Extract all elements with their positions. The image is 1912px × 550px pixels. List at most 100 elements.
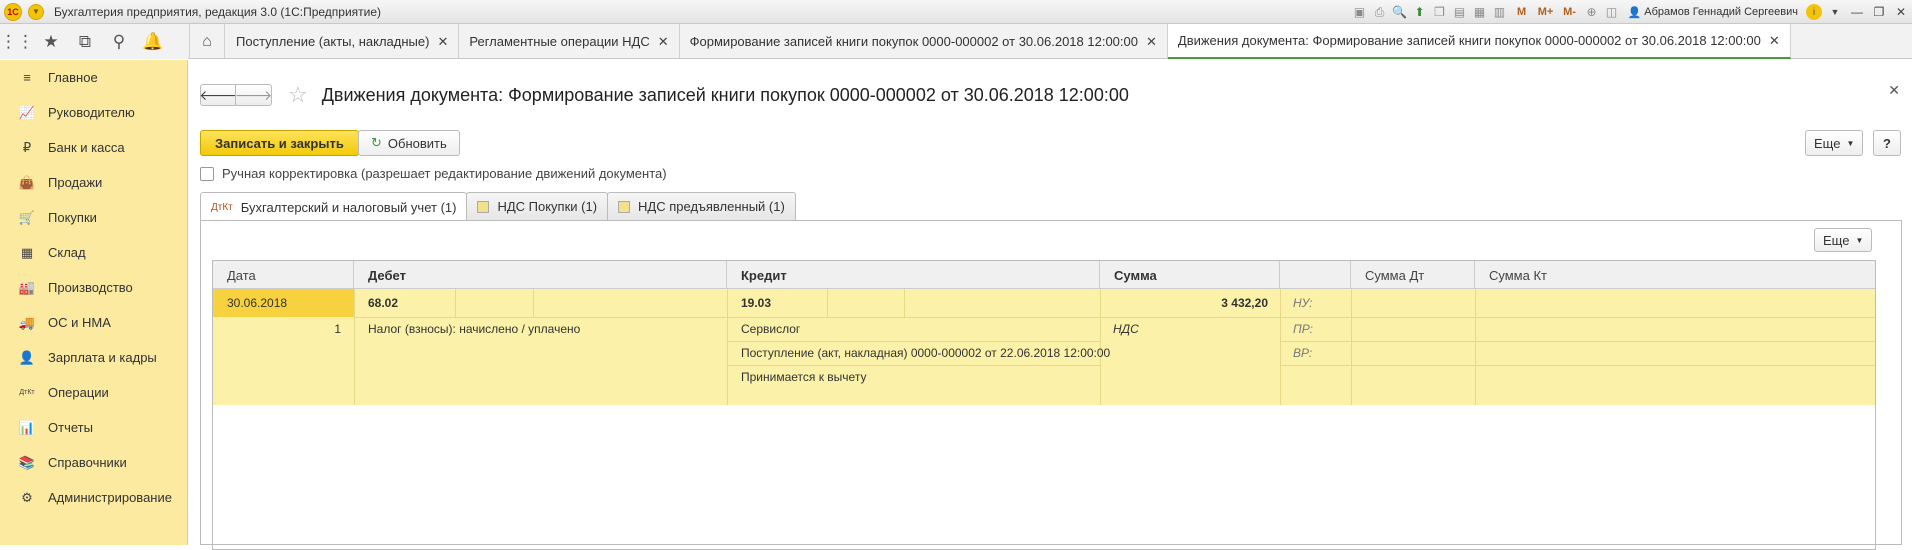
column-sum-kt[interactable]: Сумма Кт (1475, 261, 1875, 289)
info-icon[interactable]: i (1806, 4, 1822, 20)
close-tab-icon[interactable]: ✕ (1146, 34, 1157, 50)
grid-more-button[interactable]: Еще ▼ (1814, 228, 1873, 252)
sidebar-item-manager[interactable]: 📈 Руководителю (0, 95, 187, 130)
sidebar-item-reports[interactable]: 📊 Отчеты (0, 410, 187, 445)
home-icon[interactable]: ⌂ (189, 24, 225, 59)
more-label: Еще (1814, 135, 1841, 151)
memory-minus-button[interactable]: M- (1558, 3, 1582, 21)
memory-button[interactable]: M (1510, 3, 1534, 21)
close-tab-icon[interactable]: ✕ (437, 34, 448, 50)
manual-edit-checkbox[interactable] (200, 166, 214, 181)
movements-table[interactable]: Дата Дебет Кредит Сумма Сумма Дт Сумма К… (212, 260, 1876, 550)
column-date[interactable]: Дата (213, 261, 354, 289)
forward-button[interactable]: 🡒 (235, 84, 272, 106)
preview-icon[interactable]: 🔍 (1390, 3, 1410, 21)
sidebar-item-label: Производство (48, 280, 133, 295)
sidebar-item-bank[interactable]: ₽ Банк и касса (0, 130, 187, 165)
sidebar-item-label: Главное (48, 70, 98, 85)
calculator-icon[interactable]: ▥ (1490, 3, 1510, 21)
column-debit[interactable]: Дебет (354, 261, 727, 289)
favorites-star-icon[interactable]: ★ (34, 24, 68, 59)
copy-icon[interactable]: ❐ (1430, 3, 1450, 21)
more-label: Еще (1823, 232, 1850, 248)
accounting-panel: Еще ▼ Дата Дебет Кредит Сумма Сумма Дт С… (200, 220, 1902, 550)
favorite-star-icon[interactable]: ☆ (288, 82, 308, 108)
close-tab-icon[interactable]: ✕ (658, 34, 669, 50)
tab-label: НДС Покупки (1) (497, 199, 598, 214)
gear-icon: ⚙ (21, 489, 33, 505)
sidebar-item-operations[interactable]: ДтКт Операции (0, 375, 187, 410)
panels-icon[interactable]: ◫ (1602, 3, 1622, 21)
credit-subconto-1: Сервислог (741, 322, 801, 336)
tab-purchase-book[interactable]: Формирование записей книги покупок 0000-… (680, 24, 1168, 59)
sidebar-item-administration[interactable]: ⚙ Администрирование (0, 480, 187, 515)
debit-subconto: Налог (взносы): начислено / уплачено (368, 322, 581, 336)
manual-edit-label: Ручная корректировка (разрешает редактир… (222, 166, 667, 181)
sidebar-item-label: Банк и касса (48, 140, 125, 155)
credit-subconto-2: Поступление (акт, накладная) 0000-000002… (741, 346, 1111, 360)
sidebar-item-sales[interactable]: 👜 Продажи (0, 165, 187, 200)
user-icon: 👤 (1627, 6, 1642, 19)
debit-credit-icon: ДтКт (211, 201, 233, 213)
sidebar-item-label: Склад (48, 245, 86, 260)
search-icon[interactable]: ⚲ (102, 24, 136, 59)
history-icon[interactable]: ⧉ (68, 24, 102, 59)
credit-account: 19.03 (741, 296, 772, 310)
save-and-close-button[interactable]: Записать и закрыть (200, 130, 359, 156)
column-credit[interactable]: Кредит (727, 261, 1100, 289)
app-logo-icon[interactable]: 1С (4, 2, 22, 21)
restore-button[interactable]: ❐ (1868, 3, 1890, 21)
close-tab-icon[interactable]: ✕ (1769, 33, 1780, 49)
chart-icon: 📈 (18, 104, 36, 120)
ruble-icon: ₽ (22, 139, 32, 155)
tab-document-movements[interactable]: Движения документа: Формирование записей… (1167, 24, 1791, 59)
books-icon: 📚 (18, 454, 36, 470)
tab-accounting[interactable]: ДтКт Бухгалтерский и налоговый учет (1) (200, 192, 468, 221)
tab-receipts[interactable]: Поступление (акты, накладные) ✕ (226, 24, 460, 59)
tab-vat-presented[interactable]: НДС предъявленный (1) (607, 192, 796, 220)
sidebar-item-production[interactable]: 🏭 Производство (0, 270, 187, 305)
calendar-icon[interactable]: ▦ (1470, 3, 1490, 21)
refresh-button[interactable]: ↻ Обновить (358, 130, 460, 156)
dropdown-icon[interactable]: ▼ (1824, 3, 1846, 21)
sidebar-item-main[interactable]: ≡ Главное (0, 60, 187, 95)
sidebar-item-label: Отчеты (48, 420, 93, 435)
caret-down-icon: ▼ (1855, 235, 1864, 245)
tab-label: Регламентные операции НДС (469, 34, 650, 49)
table-icon[interactable]: ▤ (1450, 3, 1470, 21)
help-button[interactable]: ? (1873, 130, 1901, 156)
more-button[interactable]: Еще ▼ (1805, 130, 1864, 156)
row-date: 30.06.2018 (227, 296, 288, 310)
sidebar-item-payroll[interactable]: 👤 Зарплата и кадры (0, 340, 187, 375)
main-menu-icon[interactable]: ▼ (28, 3, 44, 20)
sidebar-item-purchases[interactable]: 🛒 Покупки (0, 200, 187, 235)
table-header: Дата Дебет Кредит Сумма Сумма Дт Сумма К… (213, 261, 1875, 289)
print-icon[interactable]: ⎙ (1370, 3, 1390, 21)
sidebar-item-warehouse[interactable]: ▦ Склад (0, 235, 187, 270)
sidebar-item-label: ОС и НМА (48, 315, 111, 330)
credit-subconto-3: Принимается к вычету (741, 370, 867, 384)
sidebar-item-assets[interactable]: 🚚 ОС и НМА (0, 305, 187, 340)
zoom-icon[interactable]: ⊕ (1582, 3, 1602, 21)
column-sum-dt[interactable]: Сумма Дт (1351, 261, 1475, 289)
tab-label: Движения документа: Формирование записей… (1177, 33, 1761, 48)
tab-label: Поступление (акты, накладные) (236, 34, 430, 49)
debit-account: 68.02 (368, 296, 399, 310)
tab-vat-purchases[interactable]: НДС Покупки (1) (466, 192, 609, 220)
column-sum[interactable]: Сумма (1100, 261, 1280, 289)
bar-chart-icon: 📊 (18, 419, 36, 435)
back-button[interactable]: 🡐 (199, 84, 237, 106)
attach-icon[interactable]: ⬆ (1410, 3, 1430, 21)
save-icon[interactable]: ▣ (1350, 3, 1370, 21)
apps-grid-icon[interactable]: ⋮⋮ (0, 24, 34, 59)
close-window-button[interactable]: ✕ (1890, 3, 1912, 21)
current-user[interactable]: 👤 Абрамов Геннадий Сергеевич (1628, 6, 1798, 19)
memory-plus-button[interactable]: M+ (1534, 3, 1558, 21)
notifications-bell-icon[interactable]: 🔔 (136, 24, 170, 59)
sidebar-item-catalogs[interactable]: 📚 Справочники (0, 445, 187, 480)
minimize-button[interactable]: — (1846, 3, 1868, 21)
tab-vat-operations[interactable]: Регламентные операции НДС ✕ (459, 24, 680, 59)
close-form-icon[interactable]: ✕ (1888, 82, 1900, 99)
table-row[interactable]: 30.06.2018 1 68.02 Налог (взносы): начис… (213, 289, 1875, 405)
cart-icon: 🛒 (18, 209, 36, 225)
